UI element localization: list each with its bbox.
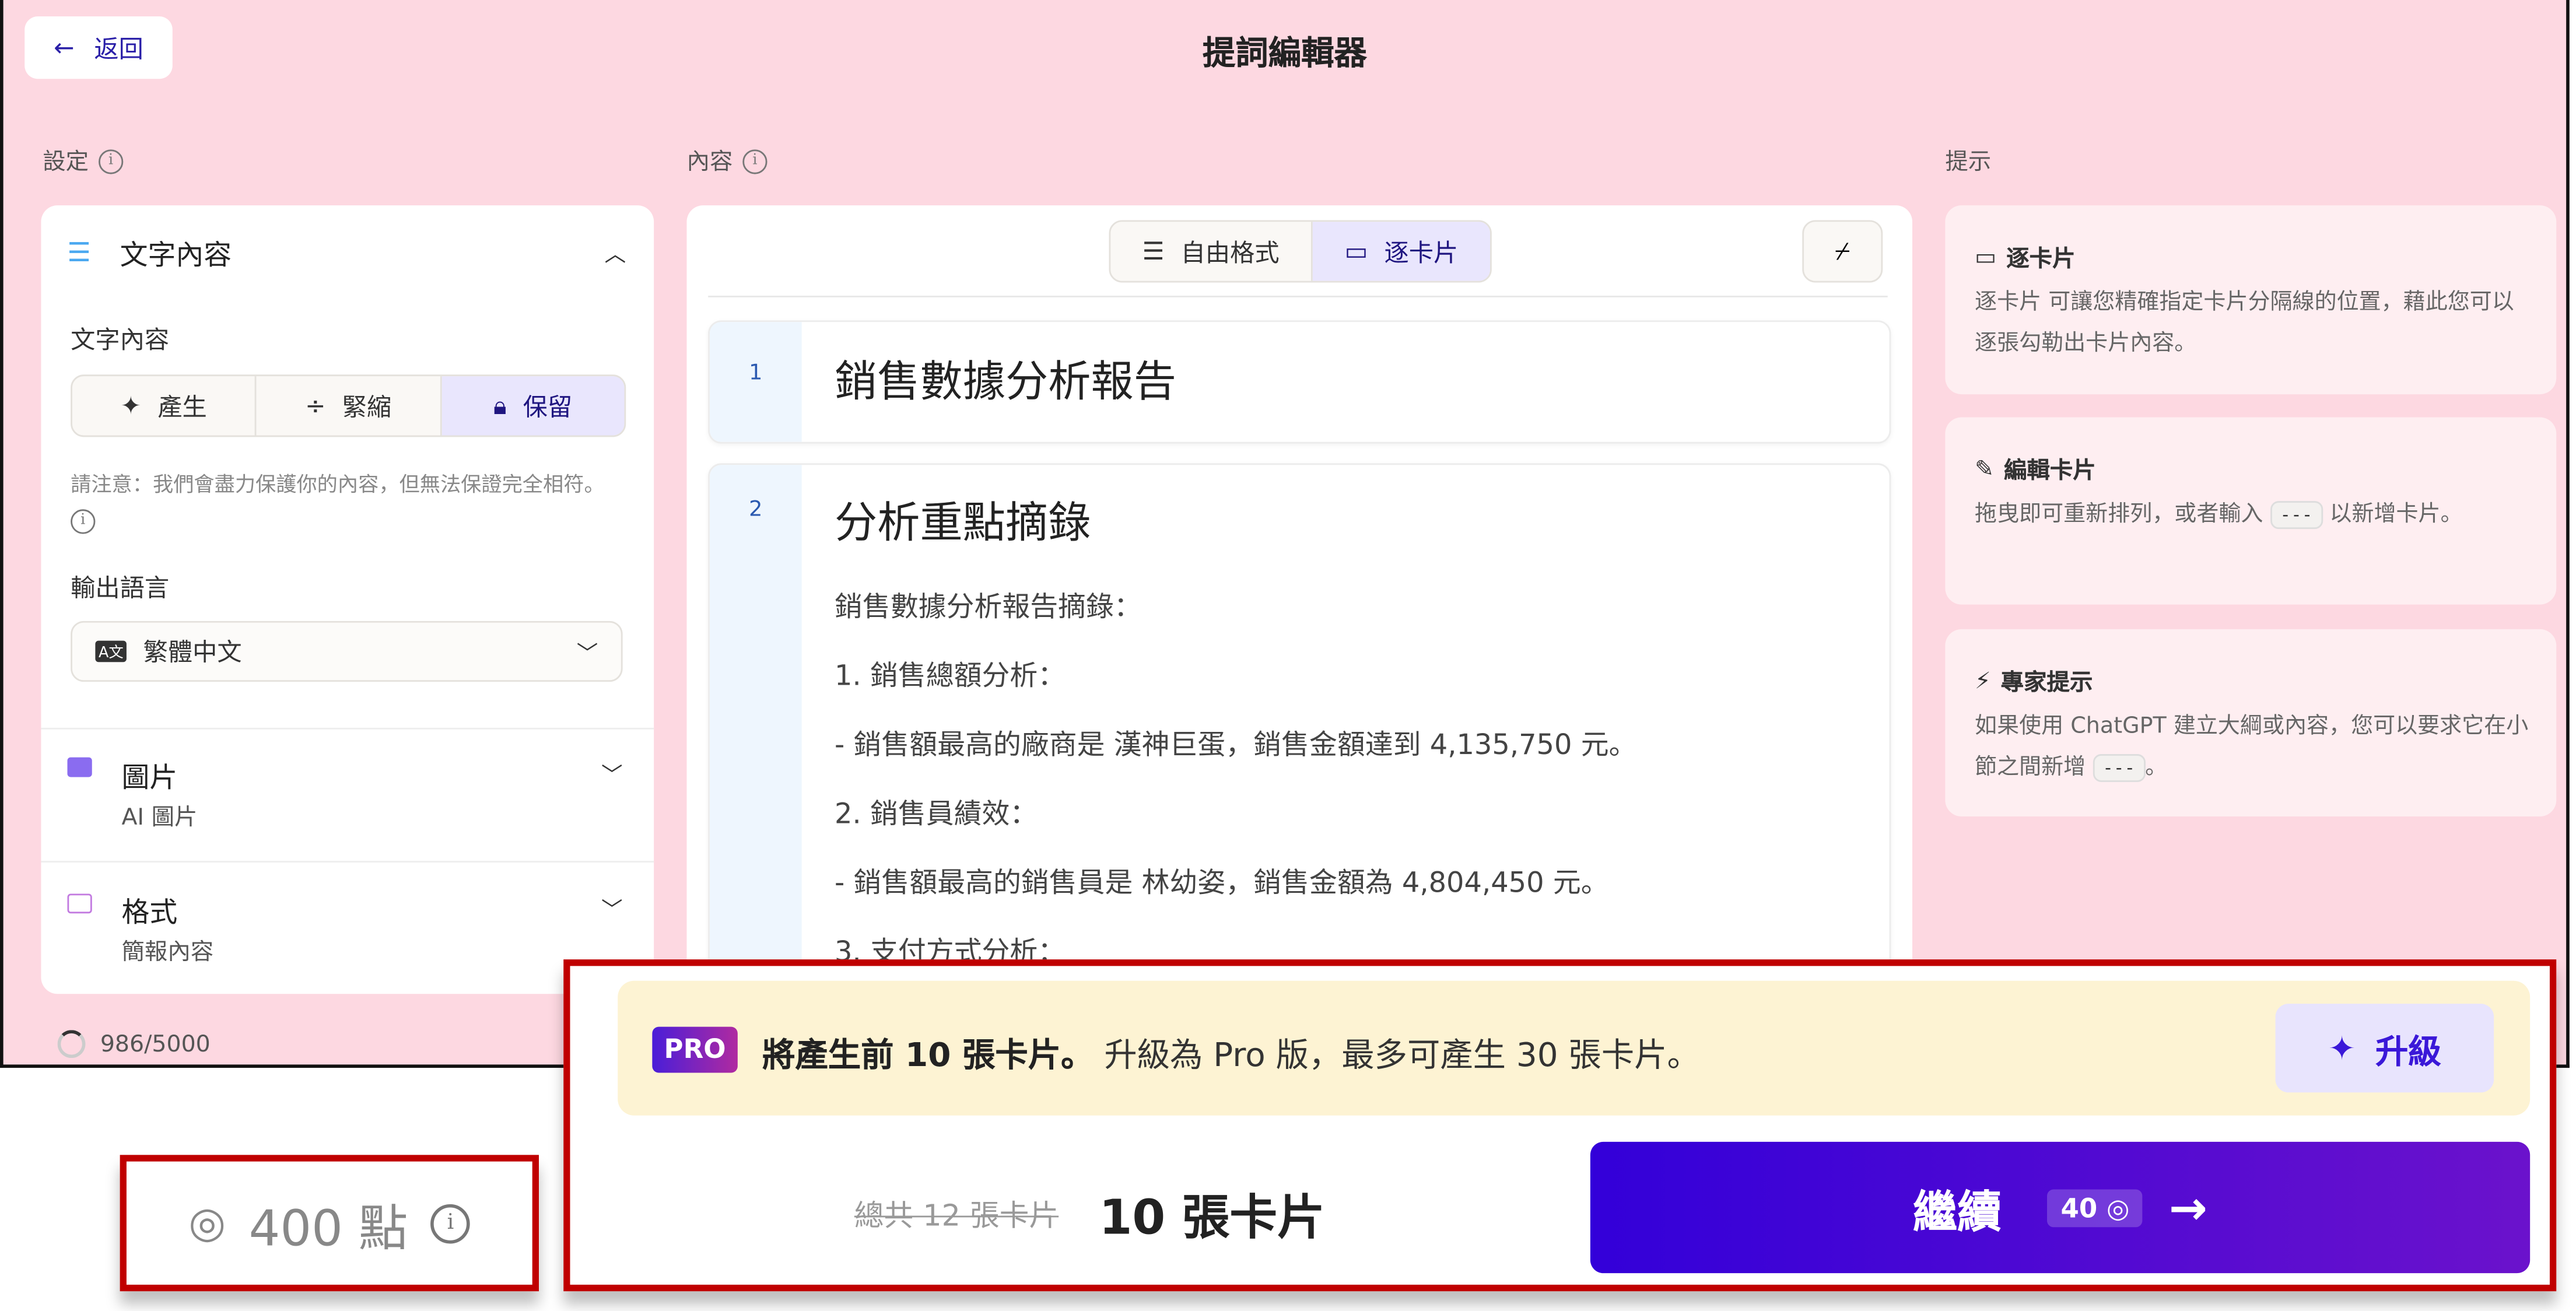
hints-label: 提示 — [1945, 145, 1991, 177]
hint-card: ▭逐卡片 逐卡片 可讓您精確指定卡片分隔線的位置，藉此您可以逐張勾勒出卡片內容。 — [1945, 205, 2556, 394]
image-icon — [67, 758, 92, 777]
cards-to-generate: 10 張卡片 — [1099, 1180, 1325, 1249]
hint-card: ✎編輯卡片 拖曳即可重新排列，或者輸入 --- 以新增卡片。 — [1945, 418, 2556, 605]
info-icon[interactable]: i — [742, 149, 767, 173]
mode-card-by-card[interactable]: ▭逐卡片 — [1313, 222, 1490, 281]
info-icon[interactable]: i — [99, 149, 123, 173]
upgrade-button[interactable]: ✦升級 — [2276, 1004, 2494, 1092]
arrow-right-icon: → — [2169, 1180, 2207, 1235]
content-panel: ☰自由格式 ▭逐卡片 ⌿ 1 銷售數據分析報告 2 分析重點摘錄 銷售數據分析報… — [687, 205, 1912, 1068]
prompt-editor-window: ← 返回 提詞編輯器 設定i 內容i 提示 ☰ 文字內容 ︿ 文字內容 ✦產生 … — [0, 0, 2570, 1068]
content-mode-selector: ☰自由格式 ▭逐卡片 — [1109, 220, 1491, 282]
pro-banner: PRO 將產生前 10 張卡片。 升級為 Pro 版，最多可產生 30 張卡片。… — [618, 981, 2530, 1116]
progress-ring-icon — [58, 1030, 86, 1058]
chevron-down-icon: ﹀ — [577, 636, 598, 667]
cards-icon: ▭ — [1975, 245, 1996, 271]
text-content-label: 文字內容 — [71, 322, 169, 356]
settings-label: 設定i — [43, 145, 123, 177]
image-section-header[interactable]: 圖片 AI 圖片 ﹀ — [67, 754, 626, 836]
chevron-down-icon: ﹀ — [601, 758, 623, 789]
divider — [41, 728, 654, 730]
content-card[interactable]: 1 銷售數據分析報告 — [708, 320, 1891, 443]
coins-icon: ◎ — [188, 1198, 226, 1248]
lock-icon: 🔒︎ — [493, 391, 506, 420]
chevron-up-icon[interactable]: ︿ — [605, 237, 626, 268]
mode-generate[interactable]: ✦產生 — [72, 376, 257, 435]
sparkles-icon: ✦ — [2328, 1028, 2356, 1068]
language-icon: A文 — [95, 641, 127, 662]
info-icon[interactable]: i — [71, 509, 95, 534]
mode-preserve[interactable]: 🔒︎保留 — [441, 376, 625, 435]
mode-condense[interactable]: ÷緊縮 — [257, 376, 441, 435]
text-section-header[interactable]: ☰ 文字內容 ︿ — [67, 232, 626, 272]
info-icon[interactable]: i — [431, 1203, 471, 1243]
text-mode-selector: ✦產生 ÷緊縮 🔒︎保留 — [71, 374, 626, 437]
card-body: 銷售數據分析報告摘錄： 1. 銷售總額分析： - 銷售額最高的廠商是 漢神巨蛋，… — [835, 573, 1873, 987]
content-label: 內容i — [687, 145, 767, 177]
pro-badge: PRO — [652, 1027, 737, 1073]
preserve-note: 請注意：我們會盡力保護你的內容，但無法保證完全相符。 i — [71, 468, 629, 534]
divider — [41, 861, 654, 863]
continue-button[interactable]: 繼續 40 ◎ → — [1590, 1142, 2530, 1273]
align-left-icon: ☰ — [1142, 237, 1165, 267]
points-balance: ◎ 400 點 i — [120, 1155, 539, 1291]
compress-icon: ÷ — [305, 391, 325, 420]
divider — [708, 296, 1888, 297]
sparkle-icon: ✦ — [121, 391, 141, 420]
hint-card: ⚡︎專家提示 如果使用 ChatGPT 建立大綱或內容，您可以要求它在小節之間新… — [1945, 629, 2556, 816]
output-language-label: 輸出語言 — [71, 570, 169, 604]
lightning-icon: ⚡︎ — [1975, 669, 1991, 695]
settings-panel: ☰ 文字內容 ︿ 文字內容 ✦產生 ÷緊縮 🔒︎保留 請注意：我們會盡力保護你的… — [41, 205, 654, 994]
format-section-header[interactable]: 格式 簡報內容 ﹀ — [67, 889, 626, 971]
generate-footer: PRO 將產生前 10 張卡片。 升級為 Pro 版，最多可產生 30 張卡片。… — [563, 959, 2556, 1291]
page-title: 提詞編輯器 — [3, 26, 2567, 74]
edit-icon: ✎ — [1975, 457, 1994, 483]
char-count: 986/5000 — [58, 1030, 211, 1058]
layout-icon — [67, 893, 92, 913]
mode-freeform[interactable]: ☰自由格式 — [1110, 222, 1312, 281]
output-language-select[interactable]: A文 繁體中文 ﹀ — [71, 621, 623, 682]
clear-formatting-button[interactable]: ⌿ — [1802, 220, 1883, 282]
cards-icon: ▭ — [1344, 237, 1368, 267]
total-cards: 總共 12 張卡片 — [854, 1193, 1059, 1235]
chevron-down-icon: ﹀ — [601, 892, 623, 924]
coins-icon: ◎ — [2107, 1192, 2129, 1224]
cost-badge: 40 ◎ — [2048, 1189, 2143, 1226]
clear-format-icon: ⌿ — [1835, 237, 1850, 267]
text-lines-icon: ☰ — [67, 237, 120, 268]
